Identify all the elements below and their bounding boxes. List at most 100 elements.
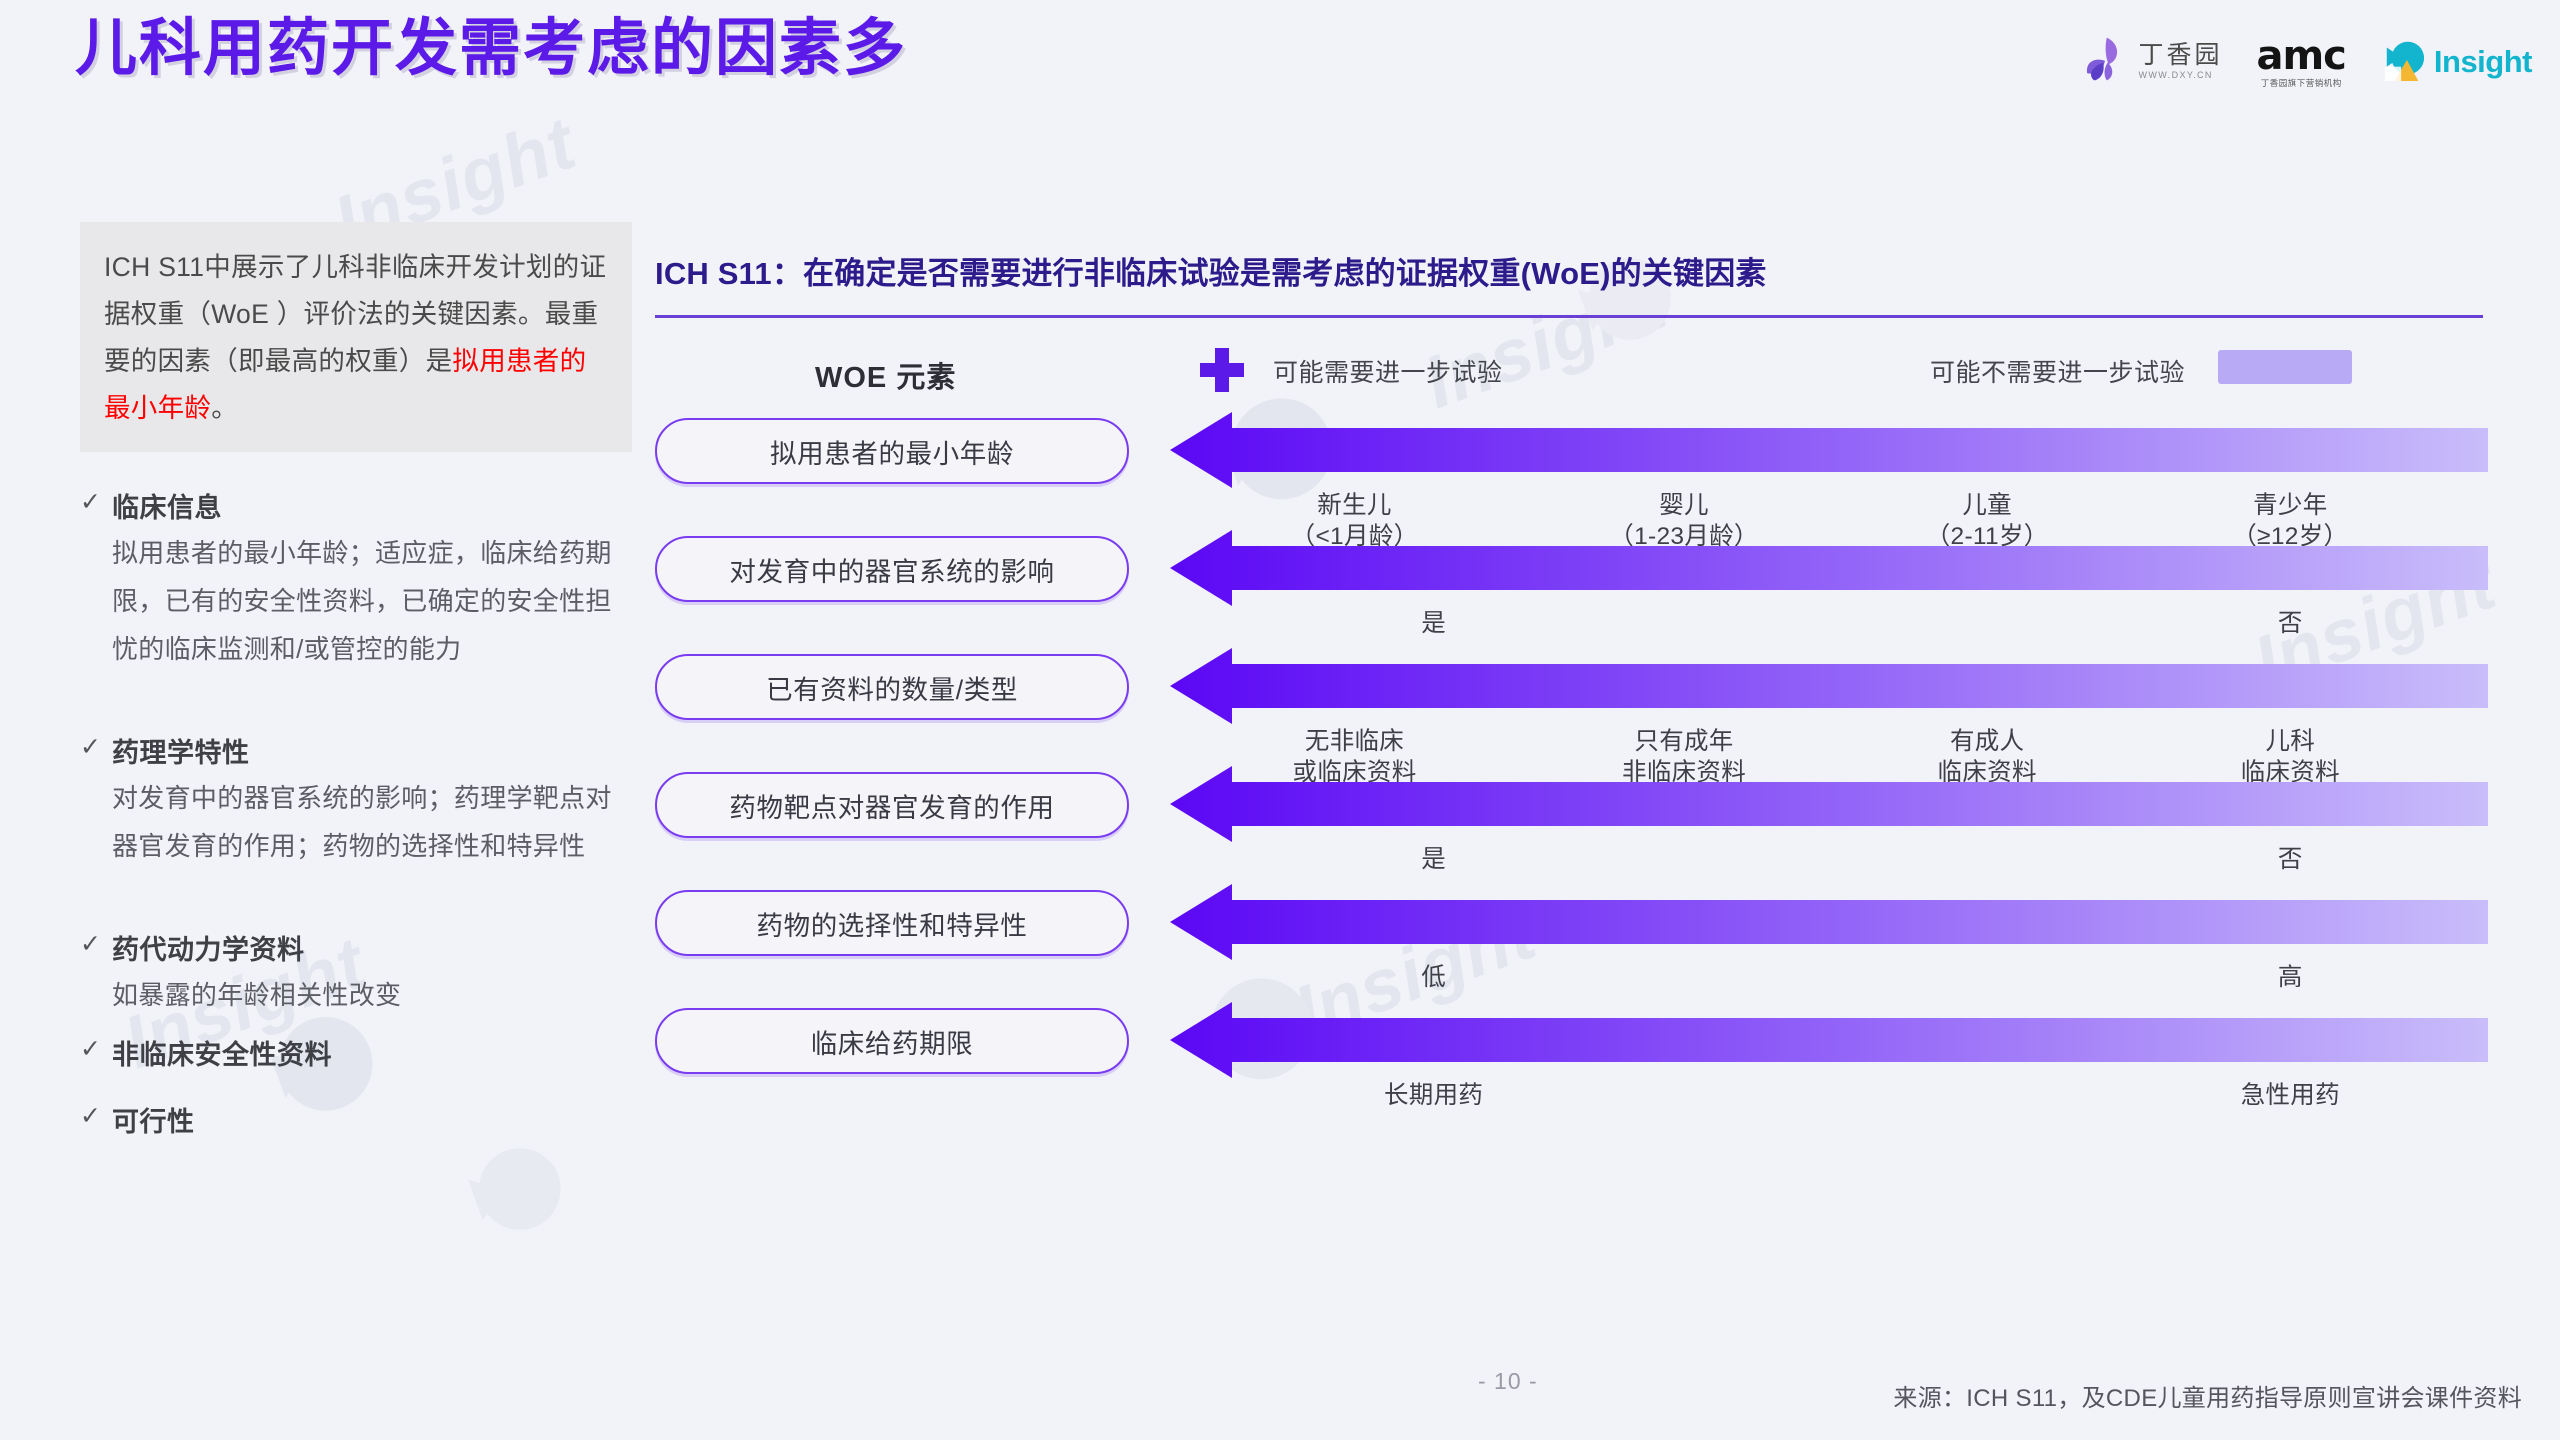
woe-row: 临床给药期限长期用药 急性用药 <box>655 1002 2488 1126</box>
woe-factor-label: 临床给药期限 <box>810 1028 974 1059</box>
woe-factor-pill[interactable]: 已有资料的数量/类型 <box>655 654 1129 720</box>
arrow-scale-labels: 长期用药 急性用药 <box>1170 1080 2488 1126</box>
gradient-arrow <box>1170 1002 2488 1078</box>
sidebar-bullet-list: ✓ 临床信息 拟用患者的最小年龄；适应症，临床给药期限，已有的安全性资料，已确定… <box>80 486 632 1139</box>
gradient-arrow <box>1170 884 2488 960</box>
insight-logo-text: Insight <box>2433 43 2533 79</box>
bullet-title: 药理学特性 <box>112 738 250 768</box>
main-panel: ICH S11：在确定是否需要进行非临床试验是需考虑的证据权重(WoE)的关键因… <box>655 248 2488 1126</box>
panel-title: ICH S11：在确定是否需要进行非临床试验是需考虑的证据权重(WoE)的关键因… <box>655 256 1767 291</box>
bullet-title: 药代动力学资料 <box>112 935 305 965</box>
gradient-arrow <box>1170 530 2488 606</box>
arrow-scale-label-line: 青少年 <box>2253 492 2328 519</box>
check-icon: ✓ <box>80 733 101 761</box>
bullet-head: ✓ 药理学特性 <box>80 731 632 770</box>
legend-color-chip <box>2218 350 2352 384</box>
dxy-logo-text: 丁香园 WWW.DXY.CN <box>2138 43 2222 80</box>
bullet-title: 可行性 <box>112 1107 195 1137</box>
woe-row: 已有资料的数量/类型 无非临床 或临床资料 只有成年 非临床资料 有成人 临床资料 儿科 临床资… <box>655 648 2488 786</box>
bullet-item-pharmacokinetics: ✓ 药代动力学资料 如暴露的年龄相关性改变 <box>80 928 632 1019</box>
arrow-scale-label-line: 无非临床 <box>1304 728 1405 755</box>
bullet-item-pharmacology: ✓ 药理学特性 对发育中的器官系统的影响；药理学靶点对器官发育的作用；药物的选择… <box>80 731 632 870</box>
bullet-body: 如暴露的年龄相关性改变 <box>112 980 402 1010</box>
woe-factor-pill[interactable]: 拟用患者的最小年龄 <box>655 418 1129 484</box>
plus-icon <box>1200 348 1244 392</box>
intro-text: ICH S11中展示了儿科非临床开发计划的证据权重（WoE ）评价法的关键因素。… <box>104 244 608 432</box>
dxy-leaf-icon <box>2078 34 2132 89</box>
panel-divider <box>655 315 2483 318</box>
arrow-scale-label-line: 高 <box>2277 964 2303 991</box>
check-icon: ✓ <box>80 930 101 958</box>
dxy-logo-url: WWW.DXY.CN <box>2138 70 2213 80</box>
arrow-scale-label: 否 <box>2278 844 2303 875</box>
intro-text-part2: 。 <box>211 393 239 423</box>
bullet-body: 对发育中的器官系统的影响；药理学靶点对器官发育的作用；药物的选择性和特异性 <box>112 783 612 861</box>
woe-factor-pill[interactable]: 临床给药期限 <box>655 1008 1129 1074</box>
page-number: - 10 - <box>1478 1368 1538 1394</box>
woe-row: 药物的选择性和特异性低 高 <box>655 884 2488 1008</box>
gradient-arrow <box>1170 648 2488 724</box>
arrow-scale-label: 高 <box>2278 962 2303 993</box>
arrow-scale-label-line: 长期用药 <box>1383 1082 1484 1109</box>
bullet-body: 拟用患者的最小年龄；适应症，临床给药期限，已有的安全性资料，已确定的安全性担忧的… <box>112 538 612 664</box>
woe-factor-pill[interactable]: 药物的选择性和特异性 <box>655 890 1129 956</box>
arrow-scale-label: 是 <box>1421 844 1446 875</box>
woe-factor-label: 对发育中的器官系统的影响 <box>729 556 1055 587</box>
woe-row: 拟用患者的最小年龄 新生儿 （<1月龄） 婴儿 （1-23月龄） 儿童 （2-11岁） 青少年… <box>655 412 2488 550</box>
intro-box: ICH S11中展示了儿科非临床开发计划的证据权重（WoE ）评价法的关键因素。… <box>80 222 632 452</box>
arrow-scale-label: 否 <box>2278 608 2303 639</box>
arrow-scale-label: 是 <box>1421 608 1446 639</box>
legend-right-label: 可能不需要进一步试验 <box>1930 359 2186 387</box>
woe-factor-pill[interactable]: 药物靶点对器官发育的作用 <box>655 772 1129 838</box>
insight-logo: Insight <box>2380 37 2533 86</box>
insight-mark-icon <box>2380 37 2428 86</box>
arrow-scale-label: 长期用药 <box>1384 1080 1483 1111</box>
woe-factor-label: 拟用患者的最小年龄 <box>770 438 1014 469</box>
bullet-title: 非临床安全性资料 <box>112 1040 332 1070</box>
arrow-scale-label-line: 儿童 <box>1962 492 2012 519</box>
arrow-scale-label-line: 否 <box>2277 846 2303 873</box>
legend: WOE 元素 可能需要进一步试验 可能不需要进一步试验 <box>655 340 2485 410</box>
woe-row: 对发育中的器官系统的影响是 否 <box>655 530 2488 654</box>
woe-factor-label: 药物靶点对器官发育的作用 <box>729 792 1055 823</box>
bullet-head: ✓ 药代动力学资料 <box>80 928 632 967</box>
check-icon: ✓ <box>80 488 101 516</box>
arrow-scale-label-line: 儿科 <box>2265 728 2316 755</box>
arrow-scale-label-line: 只有成年 <box>1634 728 1734 755</box>
arrow-scale-label-line: 低 <box>1421 964 1446 991</box>
bullet-head: ✓ 可行性 <box>80 1100 632 1139</box>
logo-group: 丁香园 WWW.DXY.CN amc 丁香园旗下营销机构 Insight <box>2078 32 2533 89</box>
bullet-item-feasibility: ✓ 可行性 <box>80 1100 632 1139</box>
bullet-item-nonclinical-safety: ✓ 非临床安全性资料 <box>80 1033 632 1072</box>
amc-logo-sub: 丁香园旗下营销机构 <box>2260 77 2342 88</box>
arrow-scale-label-line: 有成人 <box>1949 728 2025 755</box>
bullet-head: ✓ 临床信息 <box>80 486 632 525</box>
woe-row-list: 拟用患者的最小年龄 新生儿 （<1月龄） 婴儿 （1-23月龄） 儿童 （2-11岁） 青少年… <box>655 412 2488 1126</box>
bullet-item-clinical-info: ✓ 临床信息 拟用患者的最小年龄；适应症，临床给药期限，已有的安全性资料，已确定… <box>80 486 632 673</box>
amc-logo-wordmark: amc <box>2256 32 2347 79</box>
arrow-scale-label-line: 急性用药 <box>2240 1082 2340 1109</box>
dxy-logo: 丁香园 WWW.DXY.CN <box>2078 34 2222 89</box>
bullet-title: 临床信息 <box>112 493 222 523</box>
bullet-head: ✓ 非临床安全性资料 <box>80 1033 632 1072</box>
arrow-scale-label-line: 是 <box>1421 610 1446 637</box>
arrow-scale-label-line: 是 <box>1421 846 1446 873</box>
slide: Insight Insight Insight Insight Insight … <box>0 0 2560 1440</box>
arrow-scale-label-line: 否 <box>2277 610 2303 637</box>
gradient-arrow <box>1170 766 2488 842</box>
legend-left-label: 可能需要进一步试验 <box>1273 359 1503 387</box>
page-title-container: 儿科用药开发需考虑的因素多 <box>75 18 907 80</box>
header-accent-bar <box>48 20 54 92</box>
legend-woe-label: WOE 元素 <box>815 362 957 394</box>
woe-row: 药物靶点对器官发育的作用是 否 <box>655 766 2488 890</box>
arrow-scale-label: 急性用药 <box>2241 1080 2340 1111</box>
sidebar: ICH S11中展示了儿科非临床开发计划的证据权重（WoE ）评价法的关键因素。… <box>80 222 632 1153</box>
woe-factor-pill[interactable]: 对发育中的器官系统的影响 <box>655 536 1129 602</box>
gradient-arrow <box>1170 412 2488 488</box>
check-icon: ✓ <box>80 1102 101 1130</box>
woe-factor-label: 已有资料的数量/类型 <box>766 674 1018 705</box>
arrow-scale-label: 低 <box>1421 962 1446 993</box>
amc-logo-text: amc 丁香园旗下营销机构 <box>2256 32 2347 88</box>
source-note: 来源：ICH S11，及CDE儿童用药指导原则宣讲会课件资料 <box>1893 1385 2522 1412</box>
arrow-scale-label-line: 婴儿 <box>1659 492 1709 519</box>
